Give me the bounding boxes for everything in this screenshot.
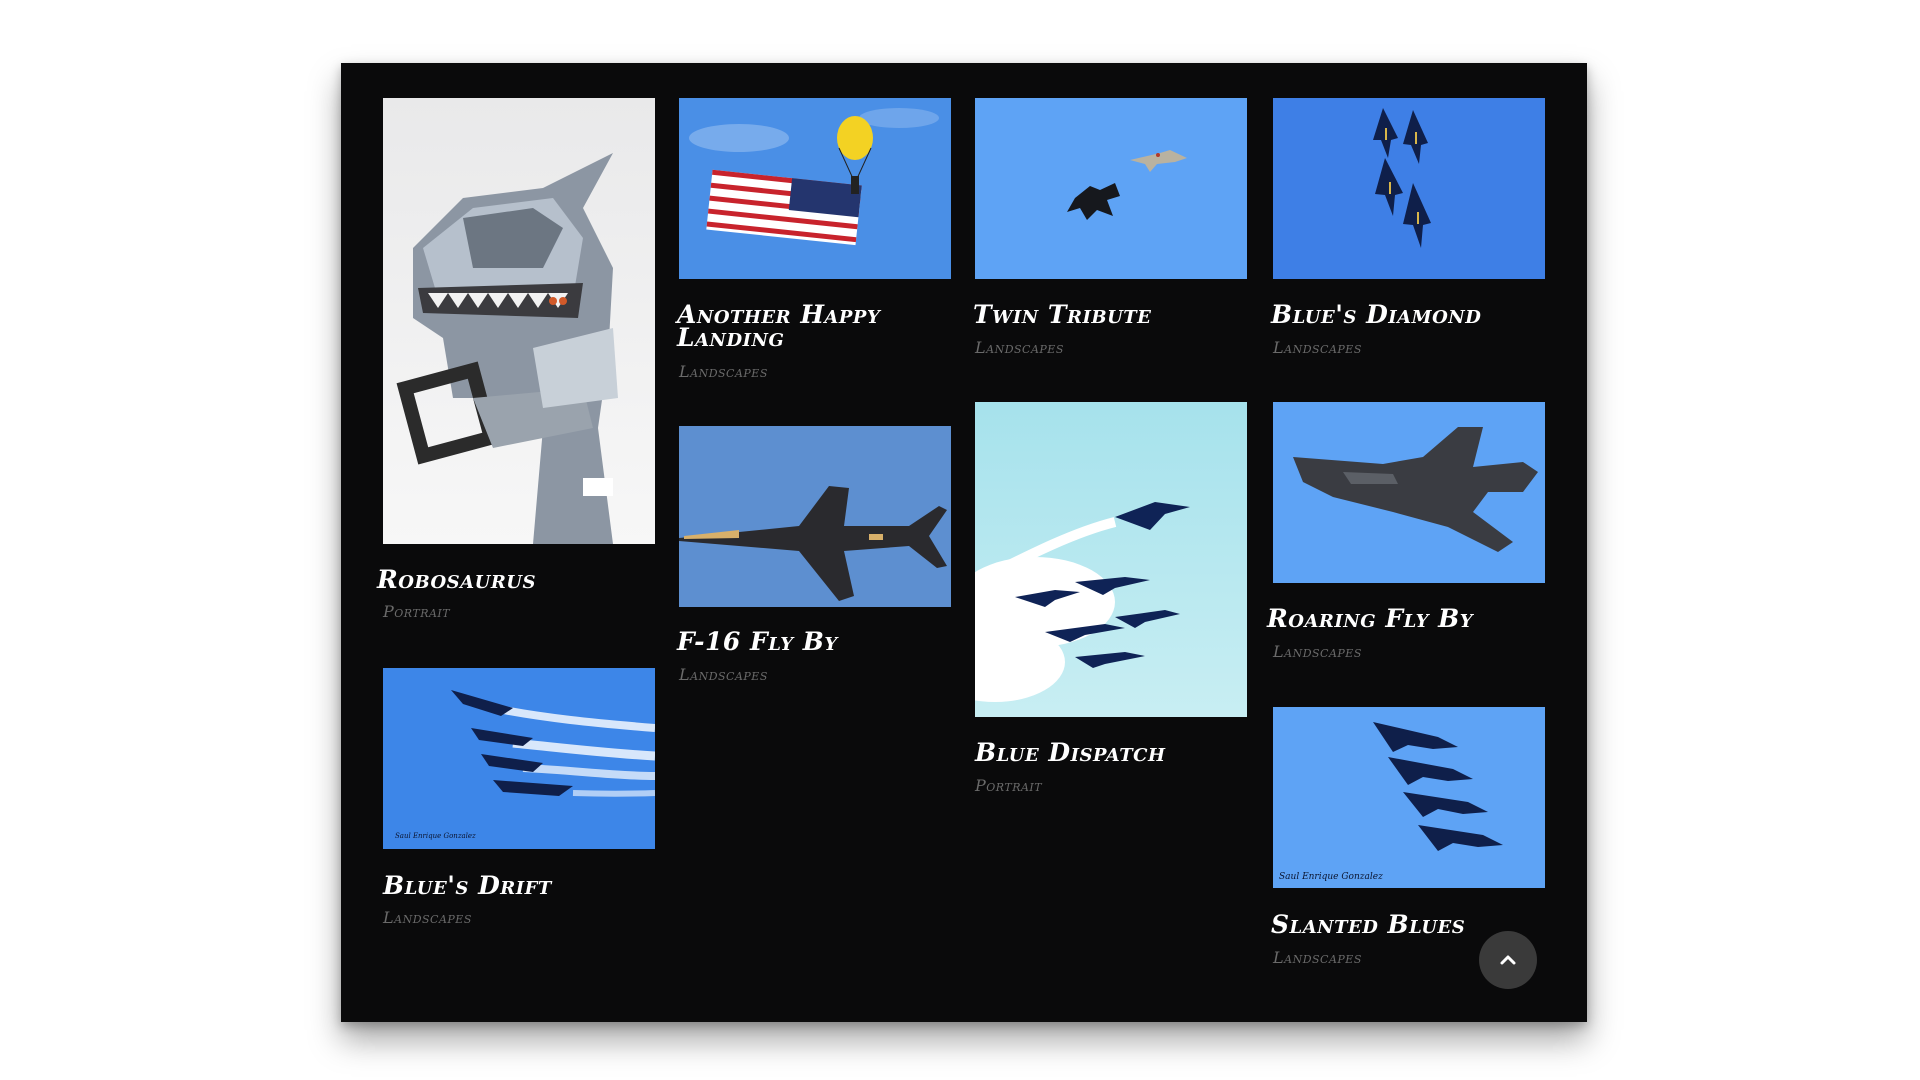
item-title[interactable]: Robosaurus xyxy=(377,567,536,592)
f16-fly-by-image xyxy=(679,426,951,607)
blues-drift-image: Saul Enrique Gonzalez xyxy=(383,668,655,849)
blue-dispatch-image xyxy=(975,402,1247,717)
blues-diamond-image xyxy=(1273,98,1545,279)
watermark-text: Saul Enrique Gonzalez xyxy=(395,832,476,840)
photo-blues-drift[interactable]: Saul Enrique Gonzalez xyxy=(383,668,655,849)
another-happy-landing-image xyxy=(679,98,951,279)
back-to-top-button[interactable] xyxy=(1479,931,1537,989)
photo-twin-tribute[interactable] xyxy=(975,98,1247,279)
item-category[interactable]: Landscapes xyxy=(1273,338,1362,357)
item-title[interactable]: Blue Dispatch xyxy=(975,740,1165,765)
item-title[interactable]: Blue's Diamond xyxy=(1271,302,1481,327)
item-category[interactable]: Portrait xyxy=(383,602,450,621)
item-category[interactable]: Landscapes xyxy=(383,908,472,927)
roaring-fly-by-image xyxy=(1273,402,1545,583)
item-title[interactable]: Roaring Fly By xyxy=(1267,606,1473,631)
item-category[interactable]: Landscapes xyxy=(975,338,1064,357)
item-category[interactable]: Landscapes xyxy=(1273,642,1362,661)
item-title[interactable]: Another Happy Landing xyxy=(677,302,897,350)
item-title[interactable]: Blue's Drift xyxy=(383,873,552,898)
item-title[interactable]: F-16 Fly By xyxy=(677,629,838,654)
item-category[interactable]: Landscapes xyxy=(679,362,768,381)
item-category[interactable]: Landscapes xyxy=(679,665,768,684)
photo-blue-dispatch[interactable] xyxy=(975,402,1247,717)
slanted-blues-image: Saul Enrique Gonzalez xyxy=(1273,707,1545,888)
photo-another-happy-landing[interactable] xyxy=(679,98,951,279)
watermark-text: Saul Enrique Gonzalez xyxy=(1279,872,1383,882)
item-title[interactable]: Twin Tribute xyxy=(973,302,1151,327)
item-category[interactable]: Portrait xyxy=(975,776,1042,795)
photo-blues-diamond[interactable] xyxy=(1273,98,1545,279)
item-title[interactable]: Slanted Blues xyxy=(1271,912,1465,937)
photo-f16-fly-by[interactable] xyxy=(679,426,951,607)
twin-tribute-image xyxy=(975,98,1247,279)
robosaurus-image xyxy=(383,98,655,544)
chevron-up-icon xyxy=(1500,955,1516,965)
item-category[interactable]: Landscapes xyxy=(1273,948,1362,967)
photo-robosaurus[interactable] xyxy=(383,98,655,544)
photo-slanted-blues[interactable]: Saul Enrique Gonzalez xyxy=(1273,707,1545,888)
photo-roaring-fly-by[interactable] xyxy=(1273,402,1545,583)
